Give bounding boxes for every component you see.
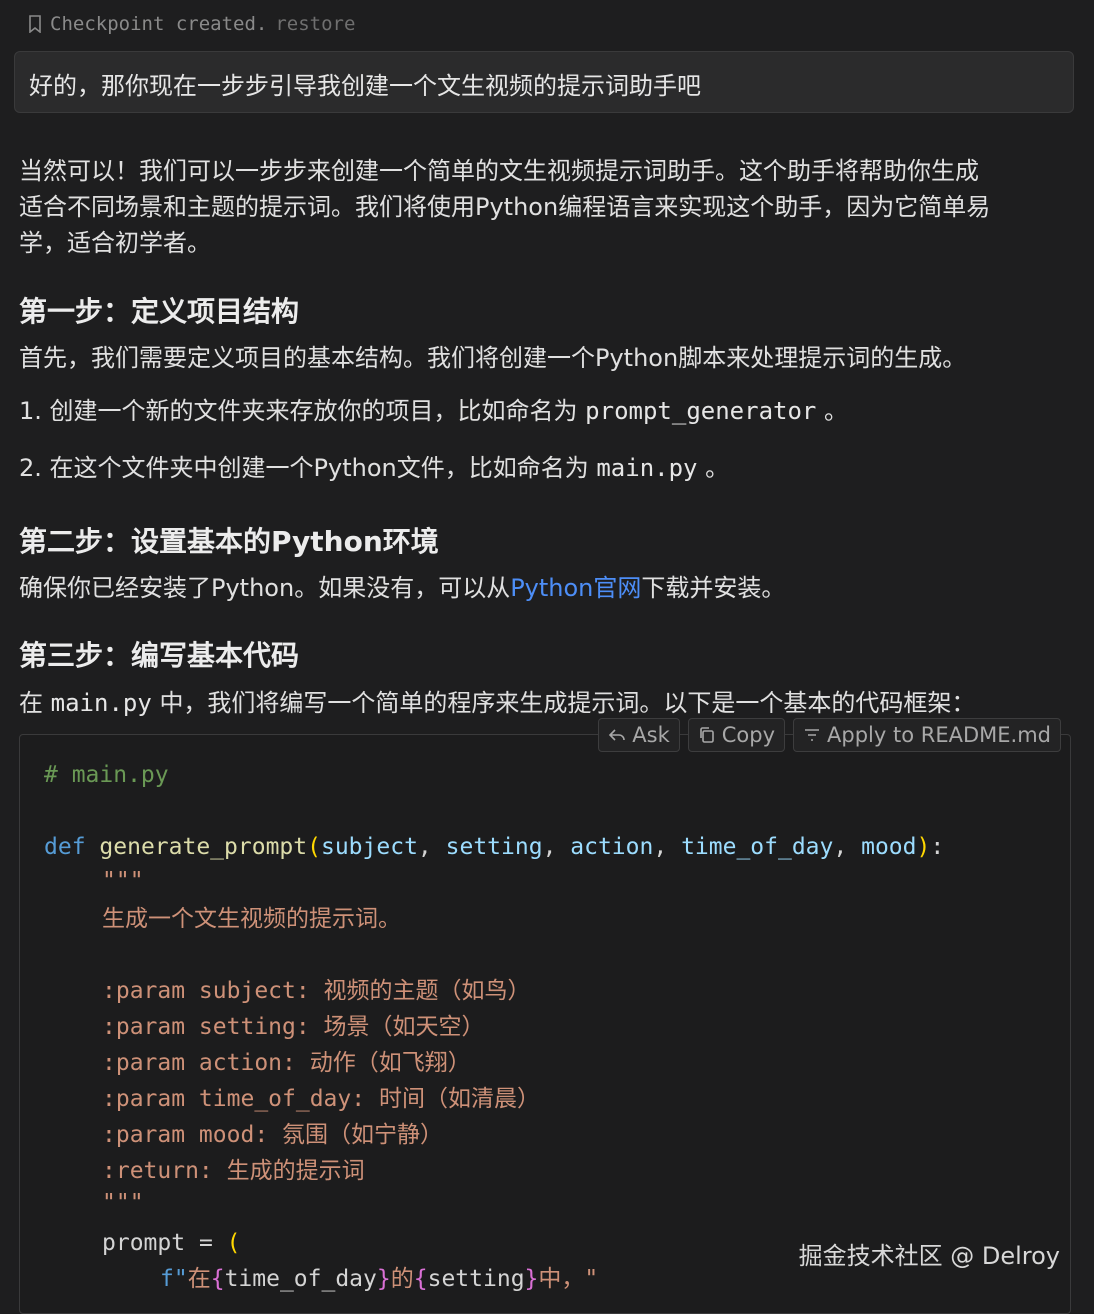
code-prompt-assign: prompt = ( bbox=[102, 1230, 241, 1256]
code-fstring-prefix: f" bbox=[160, 1266, 188, 1292]
intro-line-3: 学，适合初学者。 bbox=[19, 229, 211, 257]
docstring-return: :return: 生成的提示词 bbox=[102, 1158, 365, 1184]
step2-heading: 第二步：设置基本的Python环境 bbox=[19, 525, 439, 558]
item1-post: 。 bbox=[824, 397, 848, 425]
code-def-line: def generate_prompt(subject, setting, ac… bbox=[44, 834, 945, 860]
docstring-close: """ bbox=[102, 1190, 144, 1216]
code-fstring-text: 中，" bbox=[538, 1266, 599, 1292]
code-prompt-var: prompt bbox=[102, 1230, 186, 1256]
item2-code: main.py bbox=[596, 454, 698, 482]
step1-item-2: 2. 在这个文件夹中创建一个Python文件，比如命名为 main.py 。 bbox=[19, 450, 729, 486]
docstring-param-subject: :param subject: 视频的主题（如鸟） bbox=[102, 978, 531, 1004]
code-toolbar: Ask Copy Apply to README.md bbox=[598, 718, 1061, 752]
item2-post: 。 bbox=[705, 454, 730, 482]
code-fstring-line: f"在{time_of_day}的{setting}中，" bbox=[160, 1266, 599, 1292]
step1-heading: 第一步：定义项目结构 bbox=[19, 295, 300, 328]
code-fstring-text: 在 bbox=[187, 1266, 211, 1292]
docstring-param-action: :param action: 动作（如飞翔） bbox=[102, 1050, 471, 1076]
code-param: setting bbox=[445, 834, 543, 860]
step2-post: 下载并安装。 bbox=[641, 574, 786, 602]
code-fstring-var: setting bbox=[427, 1266, 525, 1292]
code-param: action bbox=[570, 834, 654, 860]
docstring-open: """ bbox=[102, 868, 144, 894]
code-comment: # main.py bbox=[44, 762, 169, 788]
step2-desc: 确保你已经安装了Python。如果没有，可以从Python官网下载并安装。 bbox=[19, 570, 785, 606]
step1-desc: 首先，我们需要定义项目的基本结构。我们将创建一个Python脚本来处理提示词的生… bbox=[19, 344, 967, 372]
copy-button[interactable]: Copy bbox=[687, 718, 786, 752]
step3-code: main.py bbox=[50, 689, 152, 717]
ask-label: Ask bbox=[632, 723, 670, 747]
intro-line-2: 适合不同场景和主题的提示词。我们将使用Python编程语言来实现这个助手，因为它… bbox=[19, 193, 991, 221]
docstring-param-mood: :param mood: 氛围（如宁静） bbox=[102, 1122, 444, 1148]
code-equals: = bbox=[198, 1230, 213, 1256]
ask-button[interactable]: Ask bbox=[598, 718, 680, 752]
intro-line-1: 当然可以！我们可以一步步来创建一个简单的文生视频提示词助手。这个助手将帮助你生成 bbox=[19, 157, 979, 185]
apply-label: Apply to README.md bbox=[827, 723, 1051, 747]
step3-pre: 在 bbox=[19, 689, 43, 717]
code-param: subject bbox=[320, 834, 418, 860]
code-fstring-var: time_of_day bbox=[224, 1266, 377, 1292]
reply-icon bbox=[609, 729, 626, 741]
bookmark-icon bbox=[29, 15, 41, 33]
copy-icon bbox=[699, 727, 714, 743]
checkpoint-text: Checkpoint created. bbox=[50, 13, 268, 35]
apply-icon bbox=[805, 729, 820, 741]
watermark: 掘金技术社区 @ Delroy bbox=[798, 1242, 1060, 1270]
item2-text: 2. 在这个文件夹中创建一个Python文件，比如命名为 bbox=[19, 454, 589, 482]
step2-pre: 确保你已经安装了Python。如果没有，可以从 bbox=[19, 574, 511, 602]
python-link[interactable]: Python官网 bbox=[510, 574, 641, 602]
step3-heading: 第三步：编写基本代码 bbox=[19, 639, 300, 672]
code-param: time_of_day bbox=[681, 834, 834, 860]
restore-link[interactable]: restore bbox=[275, 13, 355, 35]
code-def-keyword: def bbox=[44, 834, 86, 860]
item1-code: prompt_generator bbox=[585, 397, 817, 425]
checkpoint-bar: Checkpoint created. restore bbox=[28, 10, 355, 38]
code-fstring-text: 的 bbox=[390, 1266, 414, 1292]
user-message[interactable]: 好的，那你现在一步步引导我创建一个文生视频的提示词助手吧 bbox=[14, 51, 1074, 113]
docstring-param-setting: :param setting: 场景（如天空） bbox=[102, 1014, 485, 1040]
code-function-name: generate_prompt bbox=[99, 834, 308, 860]
code-param: mood bbox=[861, 834, 917, 860]
item1-text: 1. 创建一个新的文件夹来存放你的项目，比如命名为 bbox=[19, 397, 578, 425]
copy-label: Copy bbox=[721, 723, 776, 747]
docstring-summary: 生成一个文生视频的提示词。 bbox=[102, 906, 401, 932]
step3-desc: 在 main.py 中，我们将编写一个简单的程序来生成提示词。以下是一个基本的代… bbox=[19, 685, 975, 721]
docstring-param-time: :param time_of_day: 时间（如清晨） bbox=[102, 1086, 540, 1112]
apply-button[interactable]: Apply to README.md bbox=[793, 718, 1061, 752]
step3-post: 中，我们将编写一个简单的程序来生成提示词。以下是一个基本的代码框架： bbox=[159, 689, 976, 717]
step1-item-1: 1. 创建一个新的文件夹来存放你的项目，比如命名为 prompt_generat… bbox=[19, 393, 848, 429]
